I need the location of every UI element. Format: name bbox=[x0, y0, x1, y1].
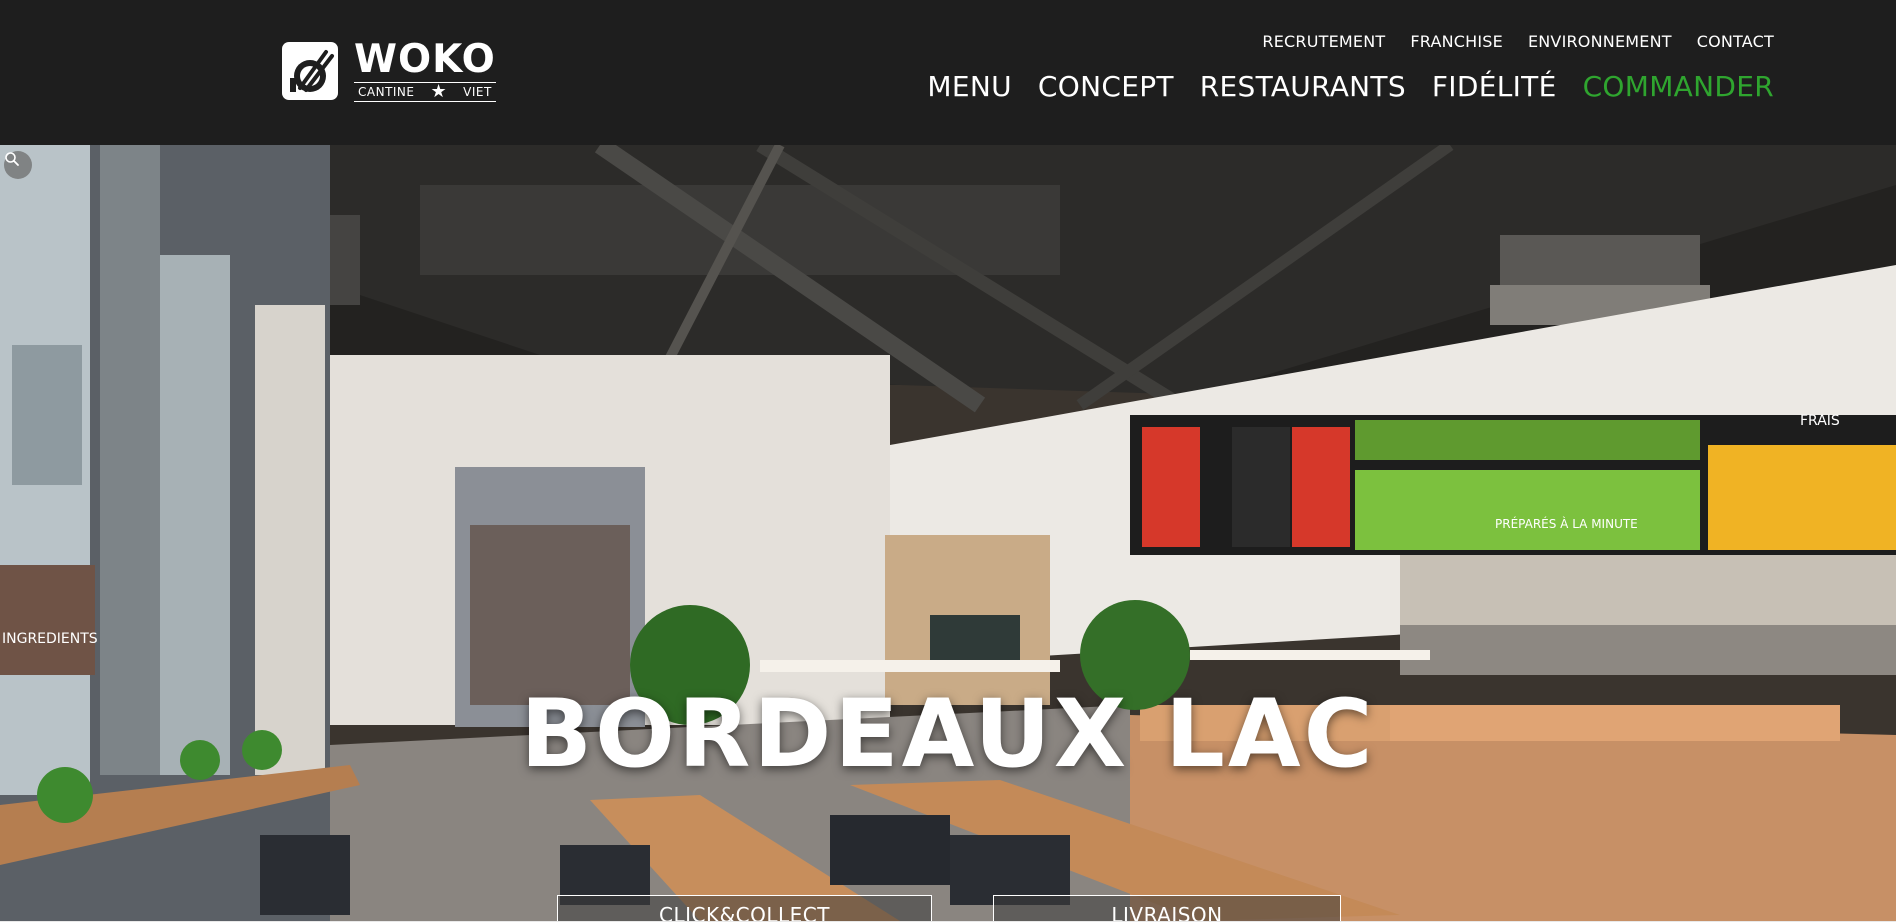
star-icon: ★ bbox=[430, 81, 448, 102]
logo-wordmark: WOKO bbox=[354, 37, 496, 82]
logo-tagline: CANTINE ★ VIET bbox=[354, 82, 496, 102]
nav-menu[interactable]: MENU bbox=[927, 70, 1012, 103]
window-signage: INGREDIENTS bbox=[2, 631, 98, 647]
click-collect-button[interactable]: CLICK&COLLECT bbox=[557, 895, 932, 921]
nav-environnement[interactable]: ENVIRONNEMENT bbox=[1528, 32, 1672, 51]
livraison-button[interactable]: LIVRAISON bbox=[993, 895, 1341, 921]
logo-tagline-right: VIET bbox=[463, 85, 492, 99]
nav-recrutement[interactable]: RECRUTEMENT bbox=[1262, 32, 1385, 51]
site-header: WOKO CANTINE ★ VIET RECRUTEMENT FRANCHIS… bbox=[0, 0, 1896, 145]
logo-tagline-left: CANTINE bbox=[358, 85, 415, 99]
secondary-nav: RECRUTEMENT FRANCHISE ENVIRONNEMENT CONT… bbox=[1262, 32, 1774, 51]
menu-board-header: FRAIS bbox=[1800, 413, 1840, 429]
chopsticks-bowl-icon bbox=[282, 42, 338, 100]
nav-franchise[interactable]: FRANCHISE bbox=[1410, 32, 1503, 51]
zoom-button[interactable] bbox=[4, 151, 32, 179]
menu-board-caption: PRÉPARÉS À LA MINUTE bbox=[1495, 516, 1638, 531]
restaurant-interior-photo: PRÉPARÉS À LA MINUTE FRAIS INGREDIENTS bbox=[0, 145, 1896, 921]
primary-nav: MENU CONCEPT RESTAURANTS FIDÉLITÉ COMMAN… bbox=[927, 70, 1774, 103]
hero-banner: PRÉPARÉS À LA MINUTE FRAIS INGREDIENTS B… bbox=[0, 145, 1896, 921]
nav-concept[interactable]: CONCEPT bbox=[1038, 70, 1174, 103]
restaurant-title: BORDEAUX LAC bbox=[520, 680, 1376, 789]
nav-fidelite[interactable]: FIDÉLITÉ bbox=[1432, 70, 1557, 103]
nav-restaurants[interactable]: RESTAURANTS bbox=[1200, 70, 1406, 103]
nav-commander[interactable]: COMMANDER bbox=[1583, 70, 1774, 103]
search-icon bbox=[5, 152, 19, 166]
nav-contact[interactable]: CONTACT bbox=[1697, 32, 1774, 51]
woko-logo[interactable]: WOKO CANTINE ★ VIET bbox=[282, 37, 496, 102]
